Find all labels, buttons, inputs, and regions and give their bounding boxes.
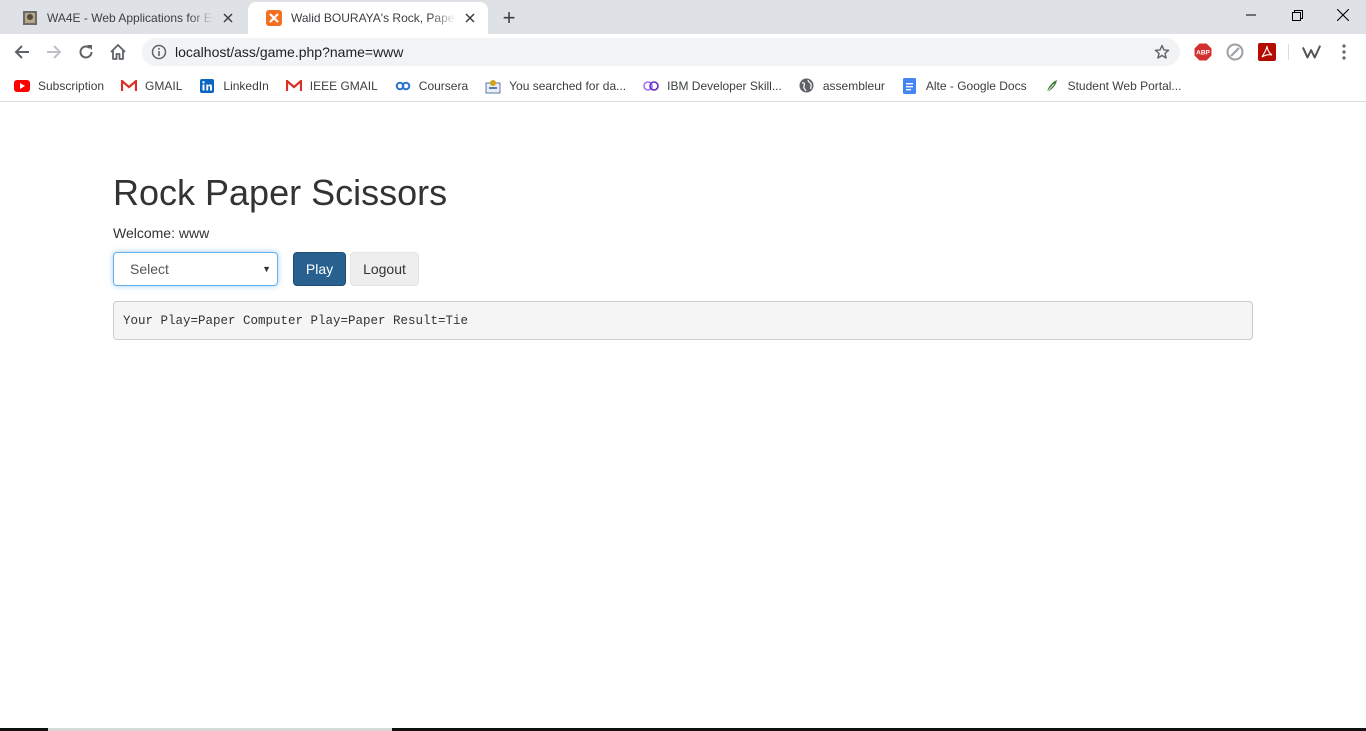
coursera-icon: [395, 78, 411, 94]
welcome-line: Welcome: www: [113, 223, 209, 243]
welcome-label: Welcome:: [113, 225, 175, 241]
bookmark-label: Coursera: [418, 78, 469, 93]
back-button[interactable]: [8, 38, 36, 66]
close-tab-icon[interactable]: [220, 10, 236, 26]
gmail-icon: [121, 78, 138, 94]
page-title: Rock Paper Scissors: [113, 172, 448, 213]
back-arrow-icon: [14, 45, 29, 59]
xampp-favicon-icon: [266, 10, 282, 26]
welcome-name: www: [178, 225, 210, 241]
ibm-icon: [643, 78, 659, 94]
wolfram-icon[interactable]: [1302, 42, 1322, 62]
bookmarks-bar: Subscription GMAIL LinkedIn IEEE GMAIL C…: [0, 70, 1366, 102]
bookmark-label: Student Web Portal...: [1067, 78, 1182, 93]
bookmark-label: Subscription: [38, 78, 105, 93]
result-output: Your Play=Paper Computer Play=Paper Resu…: [113, 301, 1253, 340]
dropdown-arrow-icon: ▼: [262, 264, 271, 274]
close-window-button[interactable]: [1320, 0, 1366, 30]
info-icon[interactable]: [151, 44, 167, 60]
bookmark-label: IEEE GMAIL: [309, 78, 378, 93]
bookmark-label: IBM Developer Skill...: [667, 78, 782, 93]
bookmark-coursera[interactable]: Coursera: [395, 78, 468, 94]
tab-wa4e[interactable]: WA4E - Web Applications for Everybody: [4, 2, 246, 34]
bookmark-label: LinkedIn: [223, 78, 269, 93]
globe-icon: [799, 78, 815, 94]
leaf-icon: [1044, 78, 1060, 94]
bookmark-you-searched[interactable]: You searched for da...: [485, 78, 626, 94]
close-tab-icon[interactable]: [462, 10, 478, 26]
home-button[interactable]: [104, 38, 132, 66]
logout-button[interactable]: Logout: [350, 252, 419, 286]
toolbar-divider: [1288, 44, 1289, 60]
bookmark-label: GMAIL: [145, 78, 183, 93]
site-icon: [485, 78, 501, 94]
address-bar[interactable]: localhost/ass/game.php?name=www: [142, 38, 1180, 66]
new-tab-button[interactable]: +: [498, 7, 520, 29]
svg-text:ABP: ABP: [1196, 50, 1210, 57]
page-content: Rock Paper Scissors Welcome: www Select …: [0, 103, 1366, 728]
play-button[interactable]: Play: [293, 252, 346, 286]
bookmark-alte-google-docs[interactable]: Alte - Google Docs: [902, 77, 1027, 94]
plus-icon: +: [502, 5, 516, 30]
bookmark-ibm-developer[interactable]: IBM Developer Skill...: [643, 78, 782, 94]
bookmark-student-web-portal[interactable]: Student Web Portal...: [1044, 78, 1182, 94]
bookmark-subscription[interactable]: Subscription: [14, 78, 104, 94]
bookmark-assembleur[interactable]: assembleur: [799, 78, 885, 94]
reload-button[interactable]: [72, 38, 100, 66]
google-docs-icon: [902, 77, 918, 94]
play-select[interactable]: Select ▼: [113, 252, 278, 286]
tab-title: Walid BOURAYA's Rock, Paper, Scissors Ga…: [291, 11, 456, 25]
tab-rock-paper-scissors[interactable]: Walid BOURAYA's Rock, Paper, Scissors Ga…: [248, 2, 488, 34]
home-icon: [110, 44, 126, 60]
tab-strip: WA4E - Web Applications for Everybody Wa…: [0, 0, 1366, 34]
bookmark-linkedin[interactable]: LinkedIn: [199, 78, 269, 94]
bookmark-star-icon[interactable]: [1152, 42, 1172, 62]
bookmark-ieee-gmail[interactable]: IEEE GMAIL: [285, 78, 378, 94]
gmail-icon: [285, 78, 302, 94]
adobe-acrobat-icon[interactable]: [1257, 42, 1277, 62]
reload-icon: [79, 45, 93, 59]
play-select-value: Select: [130, 261, 169, 277]
url-text[interactable]: localhost/ass/game.php?name=www: [175, 44, 1152, 60]
adblock-plus-icon[interactable]: ABP: [1193, 42, 1213, 62]
linkedin-icon: [199, 78, 215, 94]
minimize-button[interactable]: [1228, 0, 1274, 30]
forward-button[interactable]: [40, 38, 68, 66]
wa4e-favicon-icon: [22, 10, 38, 26]
youtube-icon: [14, 78, 30, 94]
forward-arrow-icon: [47, 45, 62, 59]
bookmark-label: You searched for da...: [509, 78, 627, 93]
bookmark-label: assembleur: [822, 78, 885, 93]
tab-title: WA4E - Web Applications for Everybody: [47, 11, 214, 25]
extension-gray-icon[interactable]: [1225, 42, 1245, 62]
restore-button[interactable]: [1274, 0, 1320, 30]
bookmark-label: Alte - Google Docs: [925, 78, 1027, 93]
bookmark-gmail[interactable]: GMAIL: [121, 78, 182, 94]
browser-toolbar: localhost/ass/game.php?name=www ABP: [0, 34, 1366, 70]
more-menu-icon[interactable]: [1334, 42, 1354, 62]
